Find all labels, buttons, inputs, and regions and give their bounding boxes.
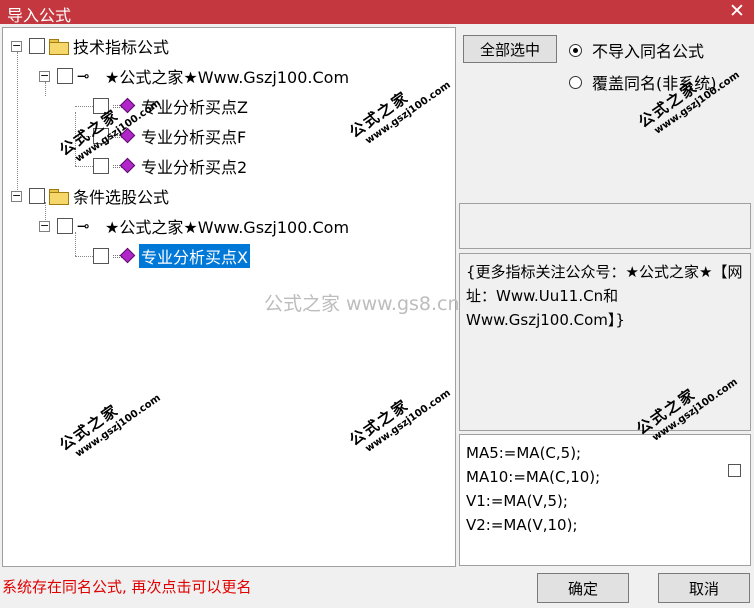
radio-no-import-dot[interactable] xyxy=(569,43,582,57)
publisher-checkbox[interactable] xyxy=(57,68,73,84)
radio-overwrite-dot[interactable] xyxy=(569,75,582,89)
close-button[interactable]: ✕ xyxy=(728,1,746,21)
title-bar: 导入公式 ✕ xyxy=(0,0,754,25)
window-title: 导入公式 xyxy=(7,6,72,25)
formula-icon xyxy=(113,247,136,264)
radio-no-import-label: 不导入同名公式 xyxy=(592,42,705,61)
key-icon: ⊸ xyxy=(77,67,90,85)
status-message: 系统存在同名公式, 再次点击可以更名 xyxy=(2,578,252,596)
tree-line xyxy=(75,106,93,107)
tree-group-row[interactable]: − 技术指标公式 xyxy=(11,34,171,58)
tree-line xyxy=(75,256,93,257)
watermark-center: 公式之家 www.gs8.cn xyxy=(264,293,460,315)
close-icon: ✕ xyxy=(729,0,745,22)
cancel-button[interactable]: 取消 xyxy=(658,573,750,603)
formula-label-selected: 专业分析买点X xyxy=(139,244,250,268)
formula-icon xyxy=(113,157,136,174)
code-line: V1:=MA(V,5); xyxy=(466,492,568,510)
code-line: MA5:=MA(C,5); xyxy=(466,444,582,462)
watermark-stamp: 公式之家 www.gszj100.com xyxy=(55,375,163,464)
code-checkbox[interactable] xyxy=(728,464,741,477)
code-line: V2:=MA(V,10); xyxy=(466,516,578,534)
group-label: 技术指标公式 xyxy=(73,38,170,57)
select-all-button[interactable]: 全部选中 xyxy=(463,35,557,63)
folder-icon xyxy=(49,189,69,205)
watermark-stamp: 公式之家 www.gszj100.com xyxy=(345,370,453,459)
formula-description-text: {更多指标关注公众号：★公式之家★【网址：Www.Uu11.Cn和Www.Gsz… xyxy=(466,263,743,329)
collapse-toggle[interactable]: − xyxy=(11,190,22,202)
radio-no-import[interactable]: 不导入同名公式 xyxy=(569,38,704,62)
watermark-stamp: 公式之家 www.gszj100.com xyxy=(345,62,453,151)
formula-code-view[interactable]: MA5:=MA(C,5); MA10:=MA(C,10); V1:=MA(V,5… xyxy=(459,434,751,566)
tree-group-row[interactable]: − 条件选股公式 xyxy=(11,184,171,208)
formula-label: 专业分析买点F xyxy=(141,128,247,147)
folder-icon xyxy=(49,39,69,55)
formula-label: 专业分析买点2 xyxy=(141,158,248,177)
tree-publisher-row[interactable]: − ⊸ ★公式之家★Www.Gszj100.Com xyxy=(39,64,351,88)
key-icon: ⊸ xyxy=(77,217,90,235)
collapse-toggle[interactable]: − xyxy=(39,220,50,232)
collapse-toggle[interactable]: − xyxy=(39,70,50,82)
formula-checkbox[interactable] xyxy=(93,248,109,264)
tree-formula-row[interactable]: 专业分析买点2 xyxy=(93,154,249,178)
formula-checkbox[interactable] xyxy=(93,158,109,174)
group-checkbox[interactable] xyxy=(29,188,45,204)
collapse-toggle[interactable]: − xyxy=(11,40,22,52)
publisher-checkbox[interactable] xyxy=(57,218,73,234)
group-checkbox[interactable] xyxy=(29,38,45,54)
tree-line xyxy=(17,52,18,196)
publisher-label: ★公式之家★Www.Gszj100.Com xyxy=(105,218,350,237)
group-label: 条件选股公式 xyxy=(73,188,170,207)
tree-formula-row[interactable]: 专业分析买点X xyxy=(93,244,250,268)
code-line: MA10:=MA(C,10); xyxy=(466,468,601,486)
watermark-stamp: 公式之家 www.gszj100.com xyxy=(634,52,742,141)
tree-publisher-row[interactable]: − ⊸ ★公式之家★Www.Gszj100.Com xyxy=(39,214,351,238)
ok-button[interactable]: 确定 xyxy=(537,573,629,603)
empty-field[interactable] xyxy=(459,203,751,249)
